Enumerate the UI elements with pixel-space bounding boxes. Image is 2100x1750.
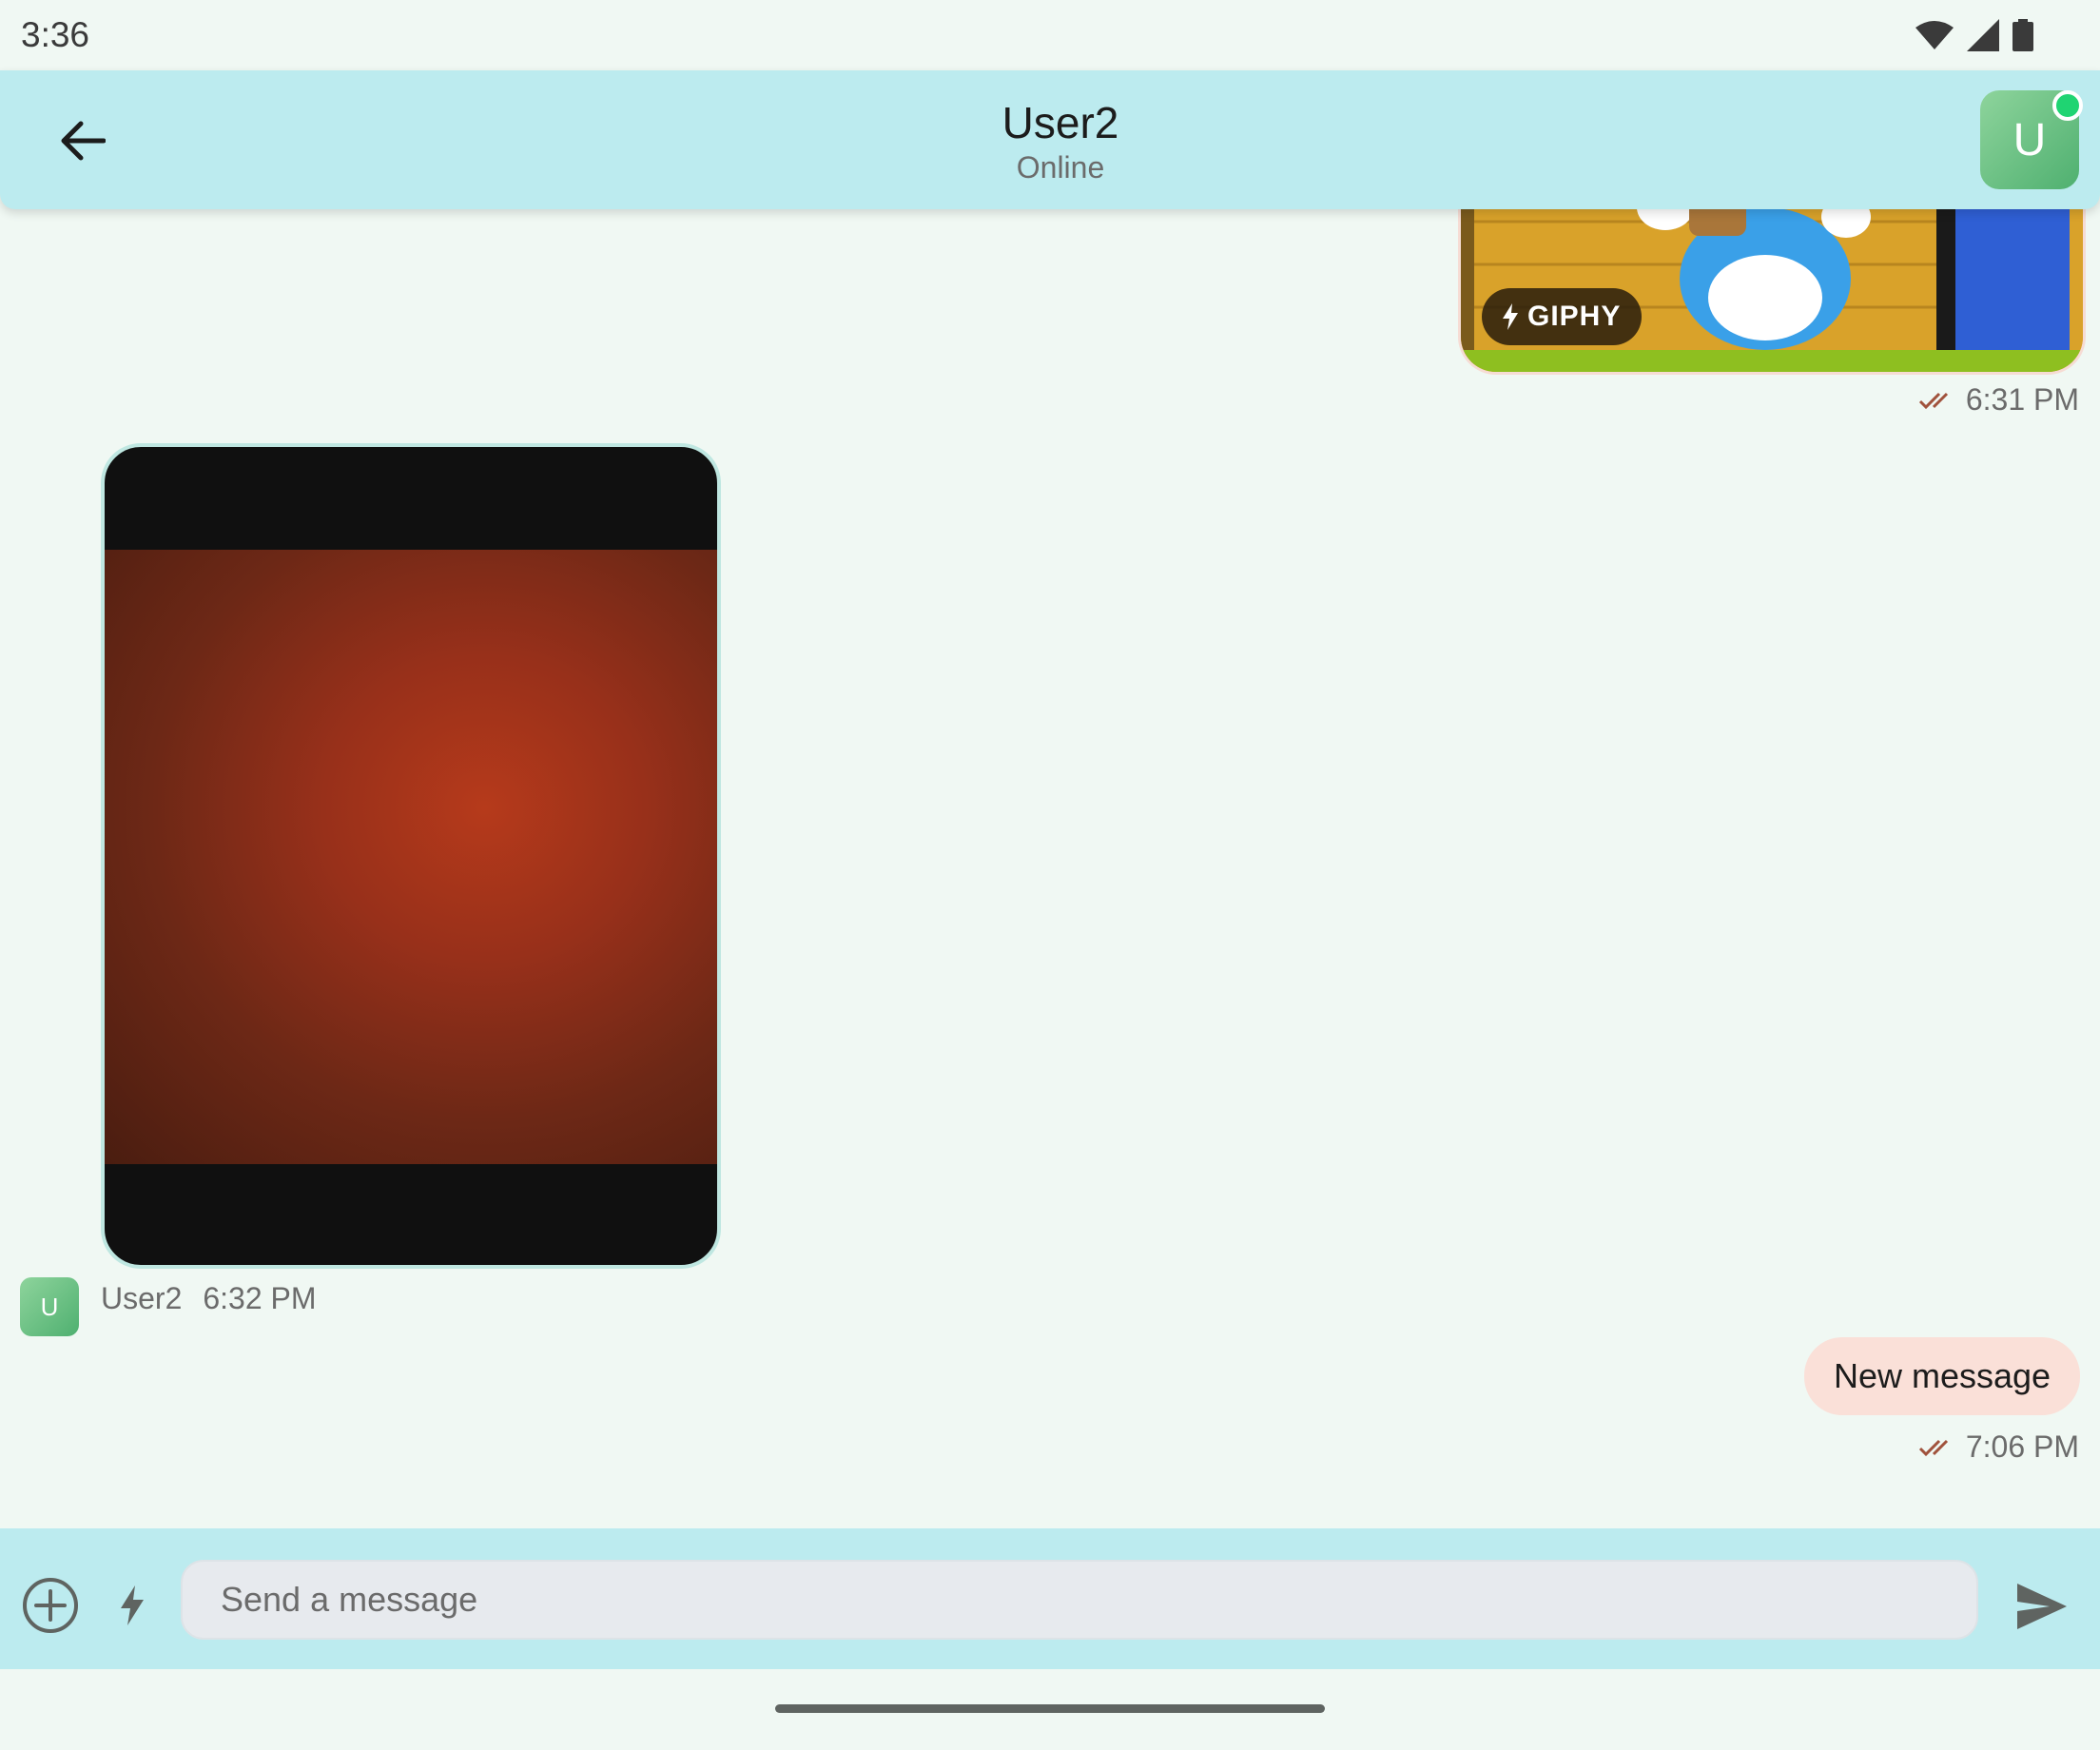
navigation-handle[interactable] (775, 1704, 1325, 1713)
lightning-icon (121, 1585, 144, 1625)
photo-attachment[interactable] (101, 443, 721, 1269)
status-icons (1915, 19, 2033, 51)
read-receipt-icon (1918, 392, 1948, 409)
cellular-signal-icon (1967, 19, 1999, 51)
plus-circle-icon (23, 1578, 78, 1633)
send-icon (2017, 1584, 2067, 1629)
sender-avatar[interactable]: U (20, 1277, 79, 1336)
attach-button[interactable] (21, 1576, 80, 1635)
commands-button[interactable] (116, 1576, 148, 1635)
chat-title: User2 (1001, 98, 1119, 147)
giphy-badge: GIPHY (1482, 288, 1643, 345)
outgoing-message-bubble[interactable]: New message (1804, 1337, 2080, 1415)
sender-avatar-initial: U (40, 1292, 59, 1321)
wifi-icon (1915, 21, 1954, 49)
photo-message-meta: User2 6:32 PM (101, 1281, 317, 1316)
message-time: 6:32 PM (203, 1281, 317, 1315)
photo-image (105, 550, 717, 1164)
online-indicator (2052, 90, 2083, 121)
status-time: 3:36 (21, 15, 90, 54)
message-time: 7:06 PM (1965, 1429, 2079, 1464)
avatar-initial: U (2012, 114, 2047, 165)
battery-icon (2012, 19, 2033, 51)
send-button[interactable] (2009, 1576, 2075, 1637)
chat-header: User2 Online U (0, 70, 2100, 209)
message-text: New message (1833, 1356, 2051, 1395)
outgoing-message-meta: 7:06 PM (1918, 1429, 2079, 1465)
giphy-badge-label: GIPHY (1527, 301, 1622, 332)
message-input[interactable]: Send a message (181, 1560, 1978, 1640)
giphy-image[interactable] (1458, 181, 2086, 375)
avatar[interactable]: U (1980, 90, 2083, 189)
message-time: 6:31 PM (1965, 382, 2079, 417)
status-bar: 3:36 (0, 0, 2100, 70)
chat-status: Online (1016, 150, 1105, 185)
message-composer: Send a message (0, 1528, 2100, 1669)
message-input-placeholder: Send a message (221, 1580, 478, 1619)
giphy-message-meta: 6:31 PM (1918, 382, 2079, 418)
lightning-icon (1503, 303, 1518, 330)
sender-name: User2 (101, 1281, 183, 1315)
read-receipt-icon (1918, 1439, 1948, 1456)
